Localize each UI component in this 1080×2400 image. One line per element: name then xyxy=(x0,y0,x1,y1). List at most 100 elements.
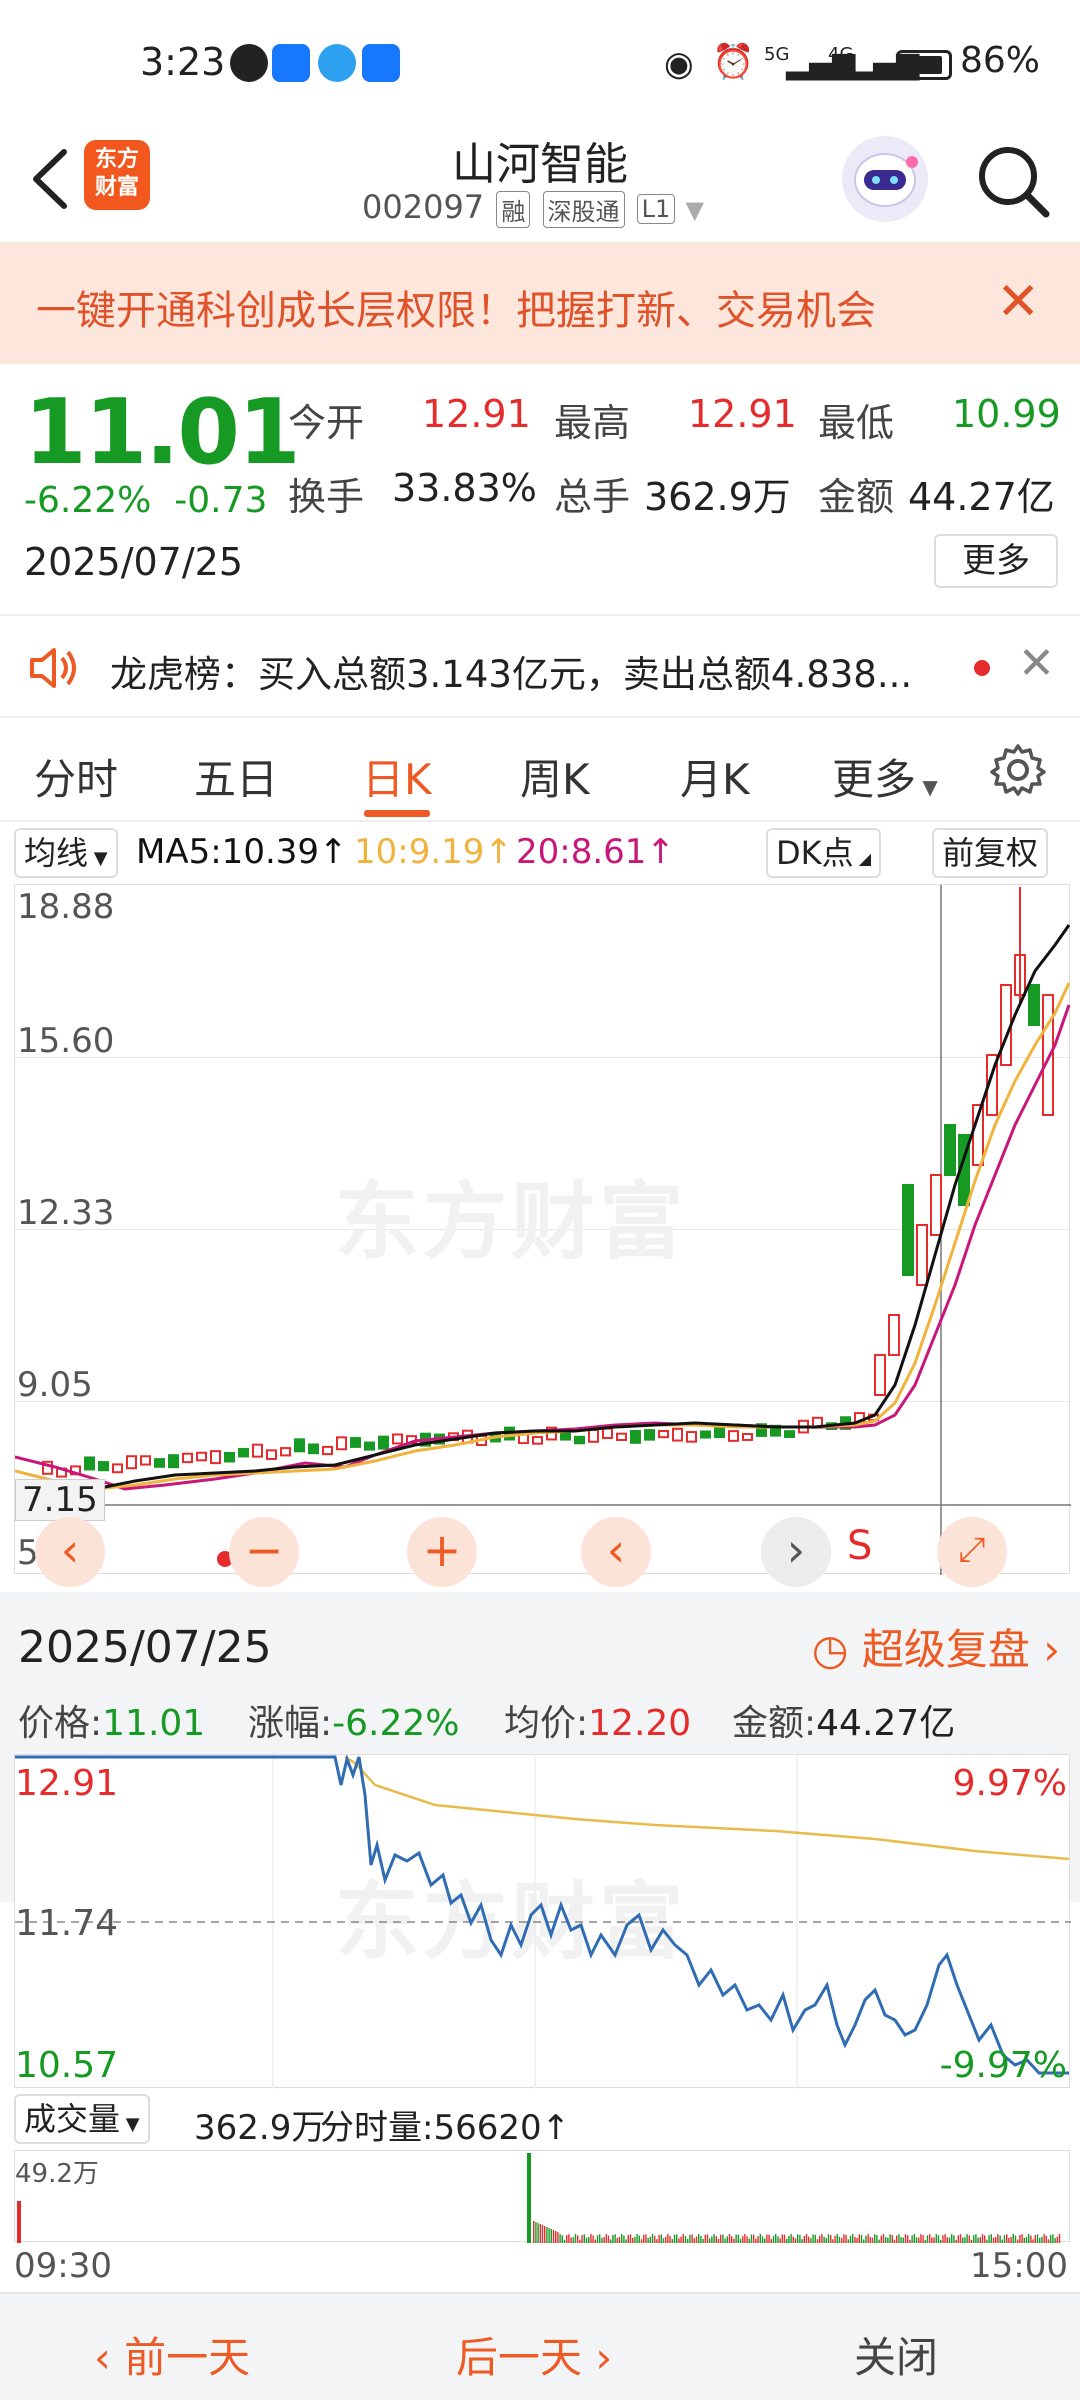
low-label: 最低 xyxy=(818,401,895,445)
intraday-top-price: 12.91 xyxy=(15,1763,119,1804)
zoom-in-button[interactable]: + xyxy=(407,1517,477,1587)
volume-bar xyxy=(830,2234,832,2243)
volume-bar xyxy=(1039,2237,1041,2243)
adjust-button[interactable]: 前复权 xyxy=(932,828,1049,878)
volume-bar xyxy=(1014,2235,1017,2243)
stock-code-line[interactable]: 002097 融 深股通 L1 ▼ xyxy=(362,188,704,228)
volume-bar xyxy=(717,2238,720,2243)
volume-bar xyxy=(649,2236,651,2243)
more-button[interactable]: 更多 xyxy=(934,534,1058,588)
close-button[interactable]: 关闭 xyxy=(854,2324,938,2385)
volume-bar xyxy=(552,2230,555,2243)
scroll-left-button[interactable]: ‹ xyxy=(581,1517,651,1587)
scroll-right-button[interactable]: › xyxy=(761,1517,831,1587)
volume-bar xyxy=(605,2234,607,2243)
volume-bar xyxy=(898,2234,900,2243)
candle xyxy=(1028,984,1040,1026)
volume-bar xyxy=(702,2238,704,2243)
zoom-out-button[interactable]: − xyxy=(229,1517,299,1587)
candle xyxy=(154,1458,165,1468)
chevron-right-icon: › xyxy=(582,2333,613,2382)
volume-bar xyxy=(1012,2234,1014,2243)
volume-bar xyxy=(935,2234,937,2243)
promo-banner[interactable]: 一键开通科创成长层权限！把握打新、交易机会 ✕ xyxy=(0,242,1080,364)
tab-intraday[interactable]: 分时 xyxy=(34,746,118,807)
close-icon[interactable]: ✕ xyxy=(996,272,1040,332)
candle xyxy=(308,1443,319,1455)
volume-chart[interactable]: 49.2万 xyxy=(14,2150,1070,2243)
volume-bar xyxy=(645,2234,647,2243)
volume-bar xyxy=(1056,2236,1058,2243)
indicator-selector[interactable]: 均线 ▼ xyxy=(14,828,118,878)
longhu-notice[interactable]: 龙虎榜：买入总额3.143亿元，卖出总额4.838... ✕ xyxy=(0,614,1080,718)
volume-bar xyxy=(572,2237,574,2243)
volume-bar xyxy=(660,2234,662,2243)
volume-bar xyxy=(568,2234,570,2243)
volume-bar xyxy=(874,2234,876,2243)
search-icon[interactable] xyxy=(974,142,1054,222)
volume-bar xyxy=(632,2237,634,2243)
tab-daily-k[interactable]: 日K xyxy=(362,746,432,807)
volume-bar xyxy=(713,2234,715,2243)
volume-bar xyxy=(581,2235,583,2243)
volume-bar xyxy=(599,2234,601,2243)
volume-bar xyxy=(533,2221,535,2243)
candle xyxy=(98,1461,109,1472)
volume-bar xyxy=(623,2235,625,2243)
dk-point-button[interactable]: DK点 ◢ xyxy=(766,828,882,878)
volume-bar xyxy=(887,2237,889,2243)
candle xyxy=(616,1432,627,1441)
volume-bar xyxy=(979,2237,981,2243)
volume-bar xyxy=(942,2235,944,2243)
price-change: -6.22% -0.73 xyxy=(24,480,267,521)
robot-assistant-icon[interactable] xyxy=(842,136,928,222)
volume-bar xyxy=(638,2235,640,2243)
super-review-link[interactable]: ◷ 超级复盘 › xyxy=(812,1616,1060,1677)
volume-bar xyxy=(682,2234,684,2243)
tab-monthly-k[interactable]: 月K xyxy=(680,746,750,807)
volume-bar xyxy=(977,2237,979,2243)
volume-bar xyxy=(647,2238,649,2243)
candle xyxy=(700,1430,711,1439)
volume-bar xyxy=(841,2238,843,2243)
daily-k-chart[interactable]: 东方财富 18.88 15.60 12.33 9.05 7.15 5.77 ‹ … xyxy=(14,884,1071,1587)
next-day-button[interactable]: 后一天 › xyxy=(456,2324,612,2385)
volume-bar xyxy=(990,2234,992,2243)
volume-bar xyxy=(913,2234,915,2243)
volume-bar xyxy=(849,2235,852,2243)
alarm-icon: ⏰ xyxy=(712,42,755,82)
chevron-left-icon[interactable]: ‹ xyxy=(35,1517,105,1587)
fullscreen-button[interactable]: ⤢ xyxy=(937,1517,1007,1587)
volume-bar xyxy=(1034,2234,1036,2243)
gear-icon[interactable] xyxy=(990,742,1046,798)
volume-bar xyxy=(821,2234,823,2243)
candle xyxy=(916,1224,928,1286)
tab-more[interactable]: 更多 ▼ xyxy=(832,746,938,807)
tab-five-day[interactable]: 五日 xyxy=(194,746,278,807)
prev-day-button[interactable]: ‹ 前一天 xyxy=(94,2324,250,2385)
margin-tag: 融 xyxy=(496,190,531,228)
volume-bar xyxy=(700,2236,702,2243)
volume-bar xyxy=(546,2227,548,2243)
status-bar: 3:23 ◉ ⏰ 5G ▂▄▆ 4G ▂▄▆ 86% xyxy=(0,0,1080,120)
volume-selector[interactable]: 成交量 ▼ xyxy=(14,2094,150,2144)
volume-bar xyxy=(1036,2234,1039,2243)
intraday-chart[interactable]: 东方财富 12.91 11.74 10.57 9.97% -9.97% xyxy=(14,1754,1071,2089)
tab-weekly-k[interactable]: 周K xyxy=(520,746,590,807)
volume-bar xyxy=(944,2234,946,2243)
unread-dot xyxy=(974,660,990,676)
turnover-label: 换手 xyxy=(288,475,365,519)
volume-bar xyxy=(753,2234,755,2243)
volume-bar xyxy=(625,2239,627,2243)
volume-bar xyxy=(845,2234,847,2243)
intraday-mid-price: 11.74 xyxy=(15,1903,119,1944)
volume-bar xyxy=(614,2234,616,2243)
close-icon[interactable]: ✕ xyxy=(1018,638,1055,689)
volume-bar xyxy=(1017,2239,1019,2243)
ma20-value: 20:8.61↑ xyxy=(516,832,675,872)
candle xyxy=(574,1435,585,1445)
alipay-icon xyxy=(272,44,310,82)
connect-tag: 深股通 xyxy=(542,190,625,228)
candle xyxy=(112,1463,123,1474)
amount-label: 金额 xyxy=(818,475,895,519)
